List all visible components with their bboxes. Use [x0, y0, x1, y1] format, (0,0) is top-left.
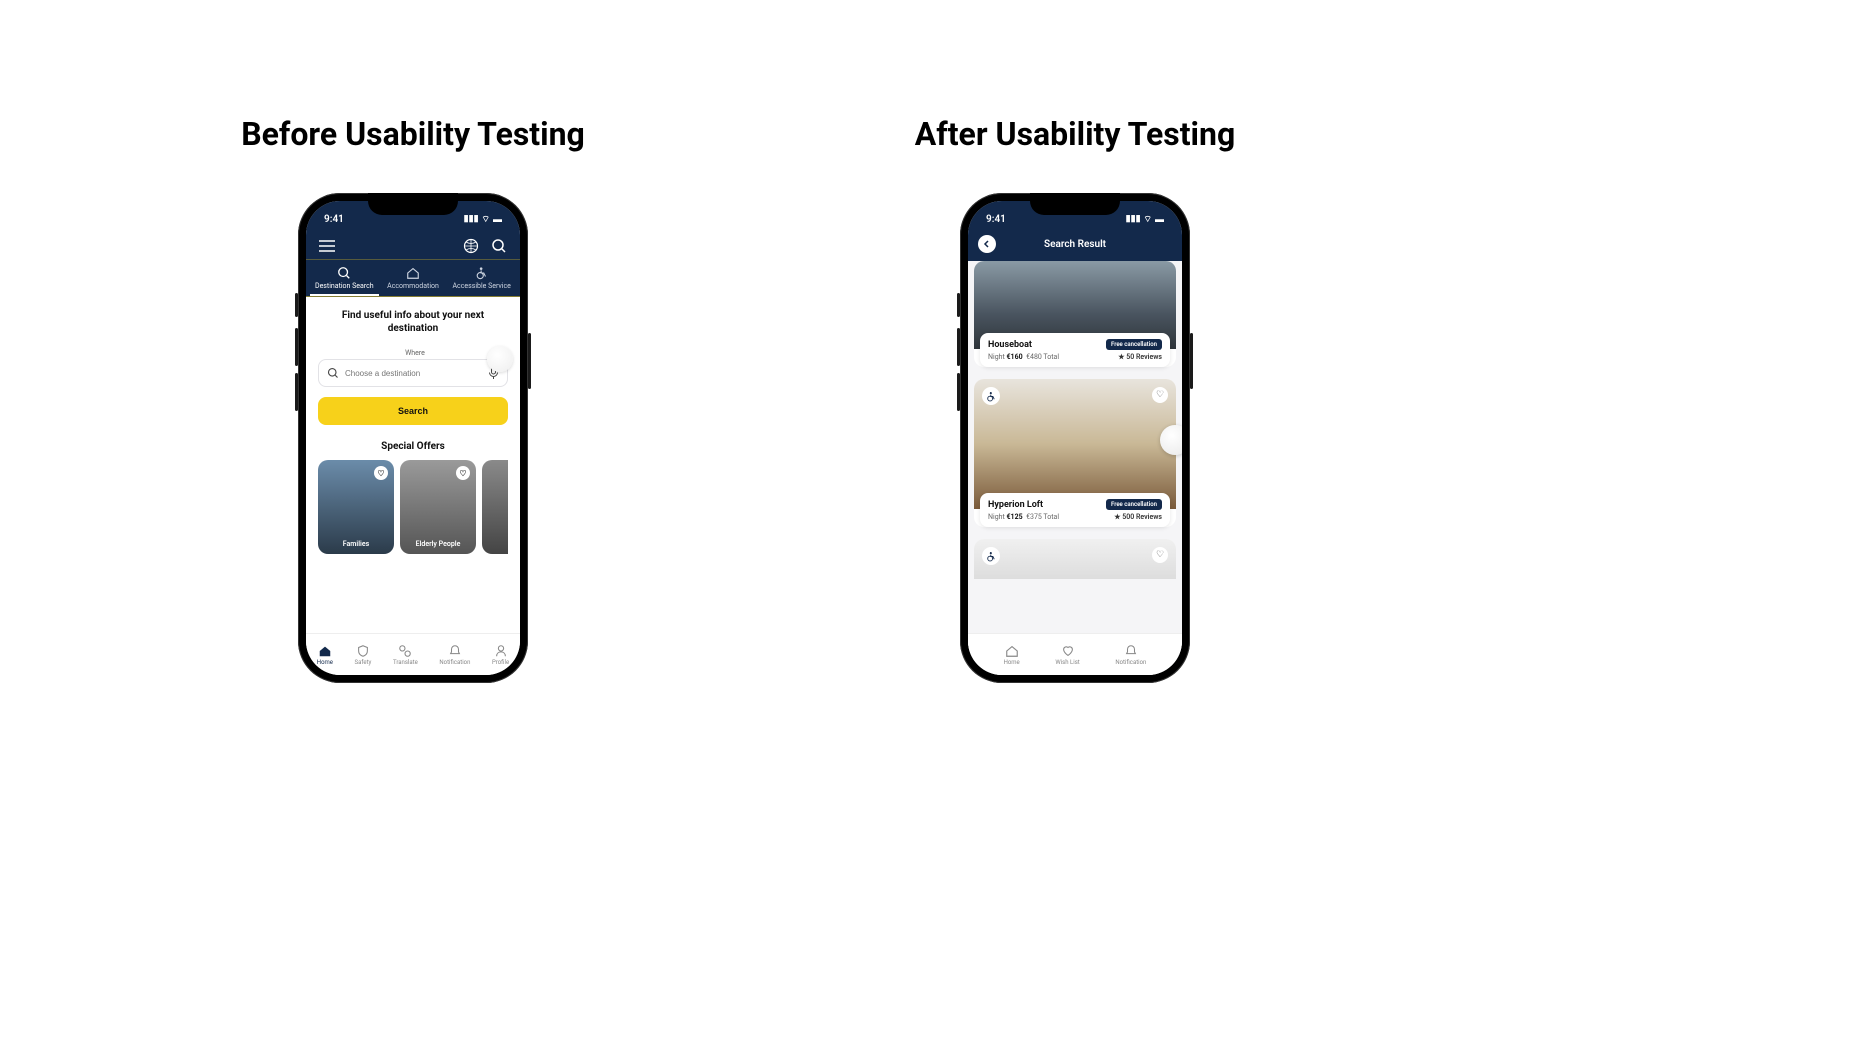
- nav-notification[interactable]: Notification: [1115, 644, 1146, 666]
- nav-label: Translate: [393, 659, 418, 666]
- card-info: Hyperion Loft Free cancellation Night €1…: [980, 493, 1170, 527]
- nav-label: Home: [1004, 659, 1020, 666]
- bottom-nav: Home Wish List Notification: [968, 633, 1182, 675]
- nav-label: Notification: [439, 659, 470, 666]
- result-card[interactable]: ♡ Hyperion Loft Free cancellation Night …: [974, 379, 1176, 527]
- search-result-header: Search Result: [968, 231, 1182, 261]
- heart-icon: [1061, 644, 1075, 658]
- price-line: Night €125 €375 Total: [988, 513, 1059, 521]
- wifi-icon: ⌔: [1144, 214, 1152, 225]
- after-title: After Usability Testing: [870, 115, 1280, 153]
- nav-home[interactable]: Home: [317, 644, 333, 666]
- offer-label: Families: [343, 540, 369, 548]
- before-section: Before Usability Testing 9:41 ▮▮▮ ⌔ ▬: [200, 115, 626, 683]
- battery-icon: ▬: [1155, 214, 1164, 225]
- home-icon: [318, 644, 332, 658]
- signal-icon: ▮▮▮: [464, 214, 479, 224]
- result-card[interactable]: ♡: [974, 539, 1176, 579]
- search-button[interactable]: Search: [318, 397, 508, 425]
- translate-icon: [398, 644, 412, 658]
- reviews: ★ 500 Reviews: [1114, 513, 1162, 521]
- tab-accommodation[interactable]: Accommodation: [379, 266, 448, 296]
- offer-card-elderly[interactable]: ♡ Elderly People: [400, 460, 476, 554]
- offers-row: ♡ Families ♡ Elderly People Friend: [318, 460, 508, 554]
- search-icon[interactable]: [490, 237, 508, 255]
- before-title: Before Usability Testing: [200, 115, 626, 153]
- card-title: Hyperion Loft: [988, 500, 1043, 510]
- reviews: ★ 50 Reviews: [1118, 353, 1162, 361]
- hamburger-icon[interactable]: [318, 237, 336, 255]
- card-image: ♡: [974, 379, 1176, 509]
- profile-icon: [494, 644, 508, 658]
- after-section: After Usability Testing 9:41 ▮▮▮ ⌔ ▬ Sea…: [870, 115, 1280, 683]
- status-time: 9:41: [324, 214, 344, 225]
- offer-card-friends[interactable]: Friend: [482, 460, 508, 554]
- phone-frame-before: 9:41 ▮▮▮ ⌔ ▬: [298, 193, 528, 683]
- free-cancel-badge: Free cancellation: [1106, 339, 1162, 350]
- floating-hint: [487, 346, 513, 372]
- page-heading: Find useful info about your next destina…: [318, 309, 508, 335]
- tab-label: Accessible Service: [452, 282, 510, 290]
- globe-icon[interactable]: [462, 237, 480, 255]
- nav-home[interactable]: Home: [1004, 644, 1020, 666]
- home-icon: [406, 266, 420, 280]
- nav-wishlist[interactable]: Wish List: [1055, 644, 1079, 666]
- wheelchair-icon: [475, 266, 489, 280]
- nav-translate[interactable]: Translate: [393, 644, 418, 666]
- bell-icon: [448, 644, 462, 658]
- phone-frame-after: 9:41 ▮▮▮ ⌔ ▬ Search Result: [960, 193, 1190, 683]
- battery-icon: ▬: [493, 214, 502, 225]
- heart-icon[interactable]: ♡: [374, 466, 388, 480]
- bell-icon: [1124, 644, 1138, 658]
- destination-input-wrap[interactable]: [318, 359, 508, 387]
- price-line: Night €160 €480 Total: [988, 353, 1059, 361]
- signal-icon: ▮▮▮: [1126, 214, 1141, 224]
- card-image: ♡: [974, 539, 1176, 579]
- tab-label: Accommodation: [387, 282, 439, 290]
- status-icons: ▮▮▮ ⌔ ▬: [1126, 214, 1164, 225]
- wifi-icon: ⌔: [482, 214, 490, 225]
- nav-safety[interactable]: Safety: [355, 644, 372, 666]
- free-cancel-badge: Free cancellation: [1106, 499, 1162, 510]
- nav-profile[interactable]: Profile: [492, 644, 509, 666]
- nav-label: Safety: [355, 659, 372, 666]
- special-offers-heading: Special Offers: [318, 441, 508, 452]
- tab-accessible-service[interactable]: Accessible Service: [447, 266, 516, 296]
- nav-label: Home: [317, 659, 333, 666]
- home-icon: [1005, 644, 1019, 658]
- bottom-nav: Home Safety Translate: [306, 633, 520, 675]
- destination-input[interactable]: [345, 369, 482, 378]
- offer-card-families[interactable]: ♡ Families: [318, 460, 394, 554]
- notch: [368, 193, 458, 215]
- screen-title: Search Result: [978, 239, 1172, 250]
- nav-label: Wish List: [1055, 659, 1079, 666]
- category-tabs: Destination Search Accommodation Accessi…: [306, 259, 520, 297]
- status-icons: ▮▮▮ ⌔ ▬: [464, 214, 502, 225]
- notch: [1030, 193, 1120, 215]
- card-title: Houseboat: [988, 340, 1032, 350]
- result-card[interactable]: Houseboat Free cancellation Night €160 €…: [974, 261, 1176, 367]
- heart-icon[interactable]: ♡: [1152, 387, 1168, 403]
- tab-destination-search[interactable]: Destination Search: [310, 266, 379, 296]
- search-icon: [337, 266, 351, 280]
- nav-label: Profile: [492, 659, 509, 666]
- wheelchair-icon: [982, 547, 1000, 565]
- tab-label: Destination Search: [315, 282, 374, 290]
- heart-icon[interactable]: ♡: [1152, 547, 1168, 563]
- wheelchair-icon: [982, 387, 1000, 405]
- shield-icon: [356, 644, 370, 658]
- card-info: Houseboat Free cancellation Night €160 €…: [980, 333, 1170, 367]
- offer-label: Elderly People: [416, 540, 461, 548]
- floating-hint: [1160, 425, 1182, 455]
- nav-notification[interactable]: Notification: [439, 644, 470, 666]
- nav-label: Notification: [1115, 659, 1146, 666]
- where-label: Where: [322, 349, 508, 357]
- heart-icon[interactable]: ♡: [456, 466, 470, 480]
- status-time: 9:41: [986, 214, 1006, 225]
- search-icon: [327, 367, 339, 379]
